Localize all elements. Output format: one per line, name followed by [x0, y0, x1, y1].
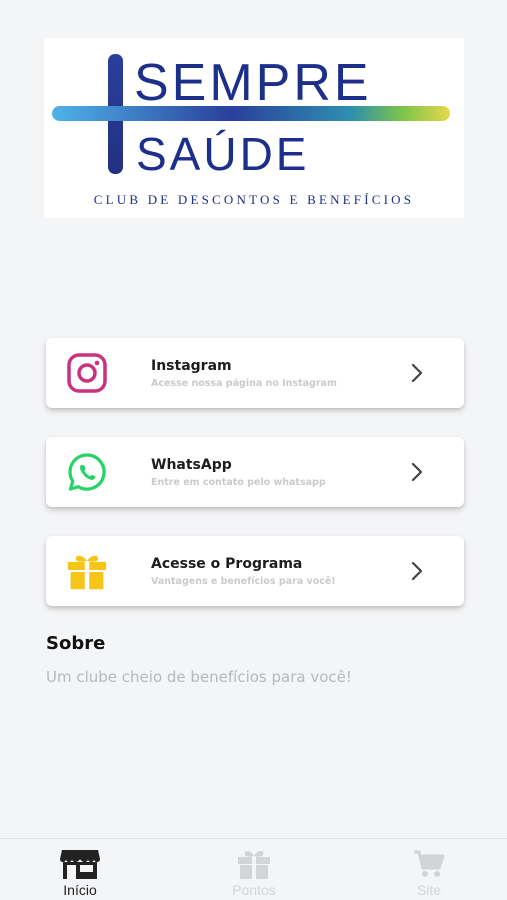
whatsapp-title: WhatsApp [151, 457, 232, 473]
whatsapp-card[interactable]: WhatsApp Entre em contato pelo whatsapp [46, 437, 464, 507]
gift-icon [209, 847, 299, 881]
bottom-navigation: Início Pontos Site [0, 838, 507, 900]
chevron-right-icon [410, 462, 424, 482]
nav-item-site[interactable]: Site [384, 847, 474, 898]
brand-logo: SEMPRE SAÚDE CLUB DE DESCONTOS E BENEFÍC… [44, 38, 464, 218]
about-title: Sobre [46, 633, 106, 654]
chevron-right-icon [410, 561, 424, 581]
brand-line2: SAÚDE [136, 128, 309, 180]
instagram-title: Instagram [151, 358, 232, 374]
nav-label-inicio: Início [63, 882, 97, 898]
instagram-subtitle: Acesse nossa página no Instagram [151, 378, 337, 389]
brand-line1: SEMPRE [134, 54, 372, 112]
instagram-card[interactable]: Instagram Acesse nossa página no Instagr… [46, 338, 464, 408]
brand-tagline: CLUB DE DESCONTOS E BENEFÍCIOS [94, 192, 414, 207]
chevron-right-icon [410, 363, 424, 383]
gift-icon [66, 550, 108, 592]
nav-label-site: Site [416, 882, 442, 898]
app-screen: SEMPRE SAÚDE CLUB DE DESCONTOS E BENEFÍC… [0, 0, 507, 900]
store-icon [35, 847, 125, 881]
program-subtitle: Vantagens e benefícios para você! [151, 576, 336, 587]
program-card[interactable]: Acesse o Programa Vantagens e benefícios… [46, 536, 464, 606]
nav-item-pontos[interactable]: Pontos [209, 847, 299, 898]
nav-label-pontos: Pontos [232, 882, 276, 898]
nav-item-inicio[interactable]: Início [35, 847, 125, 898]
program-title: Acesse o Programa [151, 556, 303, 572]
cart-icon [384, 847, 474, 881]
whatsapp-subtitle: Entre em contato pelo whatsapp [151, 477, 326, 488]
about-text: Um clube cheio de benefícios para você! [46, 668, 352, 686]
whatsapp-icon [66, 451, 108, 493]
instagram-icon [66, 352, 108, 394]
